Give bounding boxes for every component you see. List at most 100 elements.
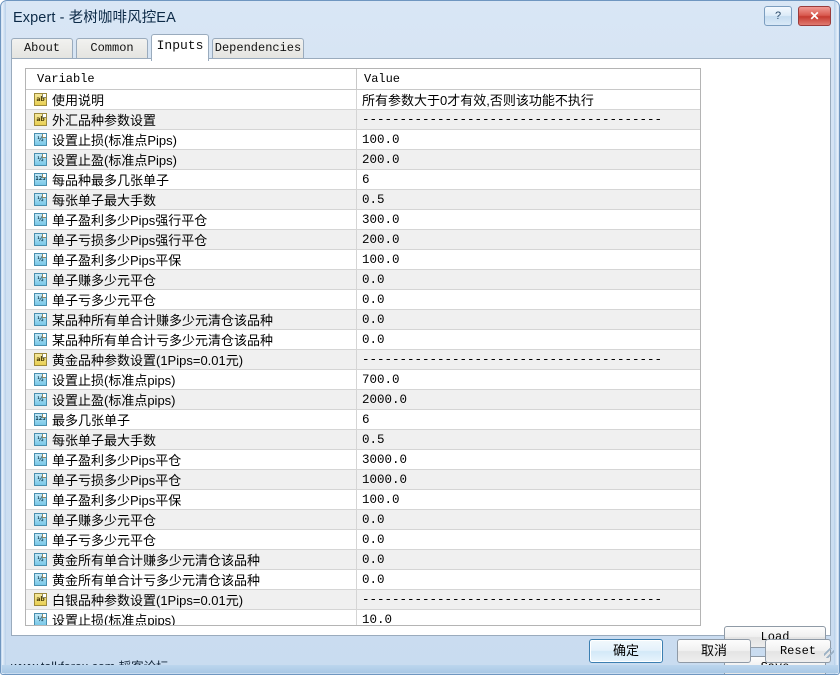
variable-cell[interactable]: ½ 单子盈利多少Pips平保 [34,490,352,509]
variable-cell[interactable]: 123 每品种最多几张单子 [34,170,352,189]
value-cell[interactable]: 10.0 [362,610,698,626]
table-row[interactable]: ½ 设置止盈(标准点Pips) 200.0 [26,150,700,170]
variable-label: 黄金所有单合计亏多少元清仓该品种 [52,573,261,588]
table-row[interactable]: ½ 单子盈利多少Pips平保 100.0 [26,250,700,270]
table-row[interactable]: ½ 单子盈利多少Pips平仓 3000.0 [26,450,700,470]
column-header-variable[interactable]: Variable [37,72,95,86]
title-bar[interactable]: Expert - 老树咖啡风控EA ? ✕ [1,1,839,31]
variable-cell[interactable]: ½ 单子盈利多少Pips强行平仓 [34,210,352,229]
row-column-divider [356,530,357,549]
column-divider[interactable] [356,69,357,90]
table-row[interactable]: ½ 黄金所有单合计赚多少元清仓该品种 0.0 [26,550,700,570]
vertical-scrollbar[interactable]: ▲ ▼ [700,69,701,626]
value-cell[interactable]: 0.0 [362,330,698,349]
table-row[interactable]: 123 每品种最多几张单子 6 [26,170,700,190]
variable-cell[interactable]: 123 最多几张单子 [34,410,352,429]
variable-cell[interactable]: ½ 某品种所有单合计赚多少元清仓该品种 [34,310,352,329]
value-cell[interactable]: 0.0 [362,530,698,549]
close-button[interactable]: ✕ [798,6,831,26]
value-cell[interactable]: 200.0 [362,150,698,169]
variable-cell[interactable]: ½ 单子赚多少元平仓 [34,270,352,289]
tab-dependencies[interactable]: Dependencies [212,38,304,59]
variable-cell[interactable]: ½ 某品种所有单合计亏多少元清仓该品种 [34,330,352,349]
value-cell[interactable]: 1000.0 [362,470,698,489]
variable-cell[interactable]: ½ 单子亏多少元平仓 [34,530,352,549]
value-cell[interactable]: 6 [362,170,698,189]
value-cell[interactable]: ---------------------------------------- [362,110,698,129]
table-row[interactable]: ½ 设置止损(标准点pips) 700.0 [26,370,700,390]
table-row[interactable]: ½ 单子亏多少元平仓 0.0 [26,290,700,310]
variable-cell[interactable]: ½ 设置止盈(标准点pips) [34,390,352,409]
table-row[interactable]: ½ 黄金所有单合计亏多少元清仓该品种 0.0 [26,570,700,590]
table-row[interactable]: ½ 单子赚多少元平仓 0.0 [26,510,700,530]
variable-cell[interactable]: ½ 单子盈利多少Pips平保 [34,250,352,269]
variable-cell[interactable]: ab 白银品种参数设置(1Pips=0.01元) [34,590,352,609]
value-cell[interactable]: 0.5 [362,190,698,209]
variable-cell[interactable]: ½ 单子赚多少元平仓 [34,510,352,529]
table-row[interactable]: ½ 设置止损(标准点pips) 10.0 [26,610,700,626]
variable-cell[interactable]: ½ 每张单子最大手数 [34,430,352,449]
table-row[interactable]: ½ 单子亏多少元平仓 0.0 [26,530,700,550]
table-row[interactable]: 123 最多几张单子 6 [26,410,700,430]
value-cell[interactable]: 所有参数大于0才有效,否则该功能不执行 [362,90,698,109]
table-row[interactable]: ½ 设置止损(标准点Pips) 100.0 [26,130,700,150]
value-cell[interactable]: 200.0 [362,230,698,249]
variable-cell[interactable]: ½ 单子亏损多少Pips平仓 [34,470,352,489]
value-cell[interactable]: 100.0 [362,250,698,269]
value-cell[interactable]: 0.0 [362,310,698,329]
variable-cell[interactable]: ½ 设置止盈(标准点Pips) [34,150,352,169]
variable-cell[interactable]: ½ 设置止损(标准点Pips) [34,130,352,149]
value-cell[interactable]: 0.0 [362,550,698,569]
variable-cell[interactable]: ½ 单子亏多少元平仓 [34,290,352,309]
variable-cell[interactable]: ab 外汇品种参数设置 [34,110,352,129]
column-header-value[interactable]: Value [364,72,400,86]
value-cell[interactable]: 100.0 [362,130,698,149]
value-cell[interactable]: 0.0 [362,510,698,529]
table-row[interactable]: ½ 单子赚多少元平仓 0.0 [26,270,700,290]
value-cell[interactable]: 300.0 [362,210,698,229]
tab-inputs[interactable]: Inputs [151,34,209,61]
table-row[interactable]: ½ 单子亏损多少Pips平仓 1000.0 [26,470,700,490]
tab-about[interactable]: About [11,38,73,59]
table-row[interactable]: ½ 设置止盈(标准点pips) 2000.0 [26,390,700,410]
table-row[interactable]: ½ 某品种所有单合计亏多少元清仓该品种 0.0 [26,330,700,350]
table-row[interactable]: ab 使用说明 所有参数大于0才有效,否则该功能不执行 [26,90,700,110]
value-cell[interactable]: 0.0 [362,270,698,289]
table-row[interactable]: ½ 单子盈利多少Pips强行平仓 300.0 [26,210,700,230]
variable-cell[interactable]: ½ 每张单子最大手数 [34,190,352,209]
tab-common[interactable]: Common [76,38,148,59]
variable-cell[interactable]: ½ 黄金所有单合计亏多少元清仓该品种 [34,570,352,589]
value-cell[interactable]: 6 [362,410,698,429]
variable-cell[interactable]: ½ 黄金所有单合计赚多少元清仓该品种 [34,550,352,569]
variable-cell[interactable]: ab 使用说明 [34,90,352,109]
table-row[interactable]: ½ 单子盈利多少Pips平保 100.0 [26,490,700,510]
value-cell[interactable]: 700.0 [362,370,698,389]
table-row[interactable]: ab 黄金品种参数设置(1Pips=0.01元) -----------------… [26,350,700,370]
table-row[interactable]: ½ 单子亏损多少Pips强行平仓 200.0 [26,230,700,250]
variable-cell[interactable]: ½ 单子亏损多少Pips强行平仓 [34,230,352,249]
table-row[interactable]: ½ 每张单子最大手数 0.5 [26,190,700,210]
row-column-divider [356,390,357,409]
variable-cell[interactable]: ½ 单子盈利多少Pips平仓 [34,450,352,469]
variable-cell[interactable]: ½ 设置止损(标准点pips) [34,370,352,389]
double-type-icon: ½ [34,333,47,346]
reset-button[interactable]: Reset [765,639,831,663]
variable-cell[interactable]: ab 黄金品种参数设置(1Pips=0.01元) [34,350,352,369]
value-cell[interactable]: 3000.0 [362,450,698,469]
resize-grip-icon[interactable] [824,648,834,658]
value-cell[interactable]: ---------------------------------------- [362,350,698,369]
help-button[interactable]: ? [764,6,792,26]
table-row[interactable]: ½ 每张单子最大手数 0.5 [26,430,700,450]
cancel-button[interactable]: 取消 [677,639,751,663]
table-row[interactable]: ab 外汇品种参数设置 ------------------------------… [26,110,700,130]
value-cell[interactable]: 0.0 [362,290,698,309]
variable-cell[interactable]: ½ 设置止损(标准点pips) [34,610,352,625]
table-row[interactable]: ½ 某品种所有单合计赚多少元清仓该品种 0.0 [26,310,700,330]
ok-button[interactable]: 确定 [589,639,663,663]
value-cell[interactable]: 2000.0 [362,390,698,409]
value-cell[interactable]: 100.0 [362,490,698,509]
table-row[interactable]: ab 白银品种参数设置(1Pips=0.01元) -----------------… [26,590,700,610]
value-cell[interactable]: 0.0 [362,570,698,589]
value-cell[interactable]: ---------------------------------------- [362,590,698,609]
value-cell[interactable]: 0.5 [362,430,698,449]
